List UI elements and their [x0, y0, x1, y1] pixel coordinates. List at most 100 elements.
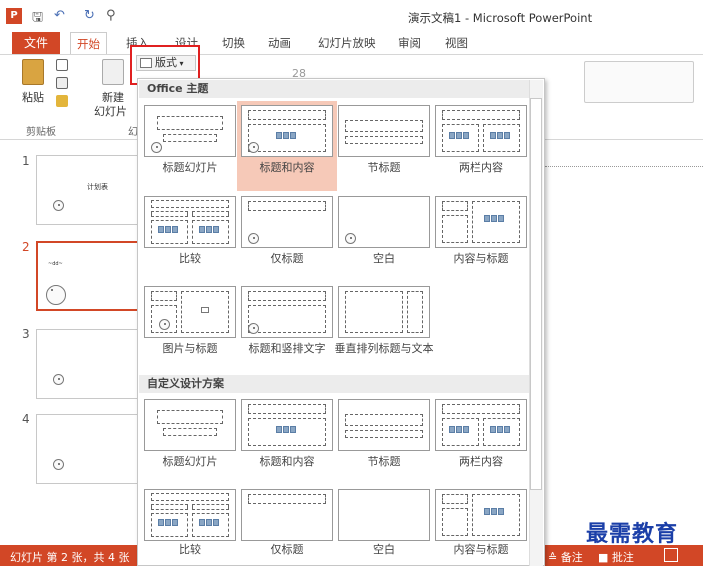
placeholder-icon [53, 374, 64, 385]
content-placeholder-icons [158, 226, 180, 236]
layout-preview [144, 399, 236, 451]
tab-view[interactable]: 视图 [445, 32, 468, 54]
save-icon[interactable]: 🖫 [32, 8, 43, 30]
content-placeholder-icons [276, 132, 298, 142]
layout-caption: 标题和内容 [259, 455, 315, 468]
slide-thumbnail-1[interactable]: 计划表 [36, 155, 140, 225]
slide-number-4: 4 [22, 412, 30, 426]
powerpoint-app-icon: P [6, 8, 22, 24]
layout-preview [338, 399, 430, 451]
layout-caption: 比较 [179, 252, 201, 265]
layout-gallery-dropdown: Office 主题 标题幻灯片 标题和内容 节标题 两栏内容 比较 仅标题 空白… [137, 78, 545, 566]
layout-button-label: 版式 [155, 56, 177, 69]
layout-preview [338, 286, 430, 338]
cut-icon[interactable] [56, 59, 68, 71]
layout-preview [241, 105, 333, 157]
content-placeholder-icons [199, 519, 221, 529]
slide-number-3: 3 [22, 327, 30, 341]
slide-2-text: ~dd~ [48, 261, 63, 267]
layout-preview [338, 196, 430, 248]
slide-canvas-edge [545, 166, 703, 167]
tab-review[interactable]: 审阅 [398, 32, 421, 54]
section-custom-design: 自定义设计方案 [139, 375, 529, 393]
window-title: 演示文稿1 - Microsoft PowerPoint [408, 11, 593, 25]
layout-preview [241, 286, 333, 338]
layout-preview [338, 489, 430, 541]
layout-caption: 比较 [179, 543, 201, 556]
scrollbar-thumb[interactable] [530, 98, 542, 490]
paste-button[interactable]: 粘贴 [22, 89, 44, 105]
layout-caption: 标题和内容 [259, 161, 315, 174]
layout-caption: 空白 [373, 252, 395, 265]
slide-thumbnail-panel: 1 计划表 2 ~dd~ 3 4 [0, 141, 140, 545]
tab-file[interactable]: 文件 [12, 32, 60, 54]
placeholder-icon [248, 142, 259, 153]
content-placeholder-icons [490, 426, 512, 436]
layout-preview [144, 105, 236, 157]
layout-caption: 图片与标题 [162, 342, 218, 355]
customize-qa-icon[interactable]: ⚲ [106, 8, 116, 23]
placeholder-icon [345, 233, 356, 244]
layout-preview [435, 489, 527, 541]
layout-button[interactable]: 版式 ▾ [136, 55, 196, 71]
content-placeholder-icons [199, 226, 221, 236]
slide-number-1: 1 [22, 154, 30, 168]
slide-thumbnail-2[interactable]: ~dd~ [36, 241, 140, 311]
paste-icon[interactable] [22, 59, 44, 85]
new-slide-label-2[interactable]: 幻灯片 [94, 103, 127, 119]
layout-caption: 两栏内容 [459, 455, 503, 468]
layout-preview [144, 489, 236, 541]
layout-preview [241, 196, 333, 248]
layout-caption: 内容与标题 [453, 252, 509, 265]
content-placeholder-icons [484, 215, 506, 225]
layout-caption: 仅标题 [270, 252, 304, 265]
tab-slideshow[interactable]: 幻灯片放映 [318, 32, 376, 54]
layout-caption: 内容与标题 [453, 543, 509, 556]
layout-caption: 两栏内容 [459, 161, 503, 174]
content-placeholder-icons [449, 132, 471, 142]
placeholder-icon [248, 323, 259, 334]
layout-preview [435, 399, 527, 451]
tab-home[interactable]: 开始 [70, 32, 107, 54]
tab-animations[interactable]: 动画 [268, 32, 291, 54]
placeholder-icon [248, 233, 259, 244]
ribbon-tab-bar: 文件 开始 插入 设计 切换 动画 幻灯片放映 审阅 视图 [0, 32, 703, 54]
layout-caption: 节标题 [367, 455, 401, 468]
shapes-gallery[interactable] [584, 61, 694, 103]
normal-view-icon[interactable] [664, 548, 678, 562]
layout-icon [140, 58, 152, 68]
clipboard-group-label: 剪贴板 [26, 127, 56, 138]
slide-1-text: 计划表 [87, 183, 108, 191]
redo-icon[interactable]: ↻ [84, 8, 95, 23]
watermark-text: 最需教育 [586, 521, 679, 547]
format-painter-icon[interactable] [56, 95, 68, 107]
notes-button[interactable]: ≙ 备注 [548, 549, 583, 565]
section-office-theme: Office 主题 [139, 80, 529, 98]
placeholder-icon [159, 319, 170, 330]
comments-button[interactable]: ■ 批注 [598, 549, 634, 565]
undo-icon[interactable]: ↶ [54, 8, 65, 23]
layout-caption: 垂直排列标题与文本 [334, 342, 434, 355]
layout-preview [435, 105, 527, 157]
layout-preview [435, 196, 527, 248]
content-placeholder-icons [276, 426, 298, 436]
layout-preview [241, 399, 333, 451]
layout-caption: 空白 [373, 543, 395, 556]
new-slide-icon[interactable] [102, 59, 124, 85]
layout-caption: 标题幻灯片 [162, 455, 218, 468]
picture-icon [201, 307, 209, 313]
placeholder-icon [46, 285, 66, 305]
slide-thumbnail-3[interactable] [36, 329, 140, 399]
placeholder-icon [53, 459, 64, 470]
layout-preview [144, 286, 236, 338]
content-placeholder-icons [449, 426, 471, 436]
gallery-scrollbar[interactable] [529, 80, 543, 566]
content-placeholder-icons [484, 508, 506, 518]
title-bar: P 🖫 ↶ ↻ ⚲ 演示文稿1 - Microsoft PowerPoint [0, 0, 703, 32]
layout-caption: 节标题 [367, 161, 401, 174]
copy-icon[interactable] [56, 77, 68, 89]
slide-thumbnail-4[interactable] [36, 414, 140, 484]
layout-preview [338, 105, 430, 157]
tab-transitions[interactable]: 切换 [222, 32, 245, 54]
content-placeholder-icons [158, 519, 180, 529]
